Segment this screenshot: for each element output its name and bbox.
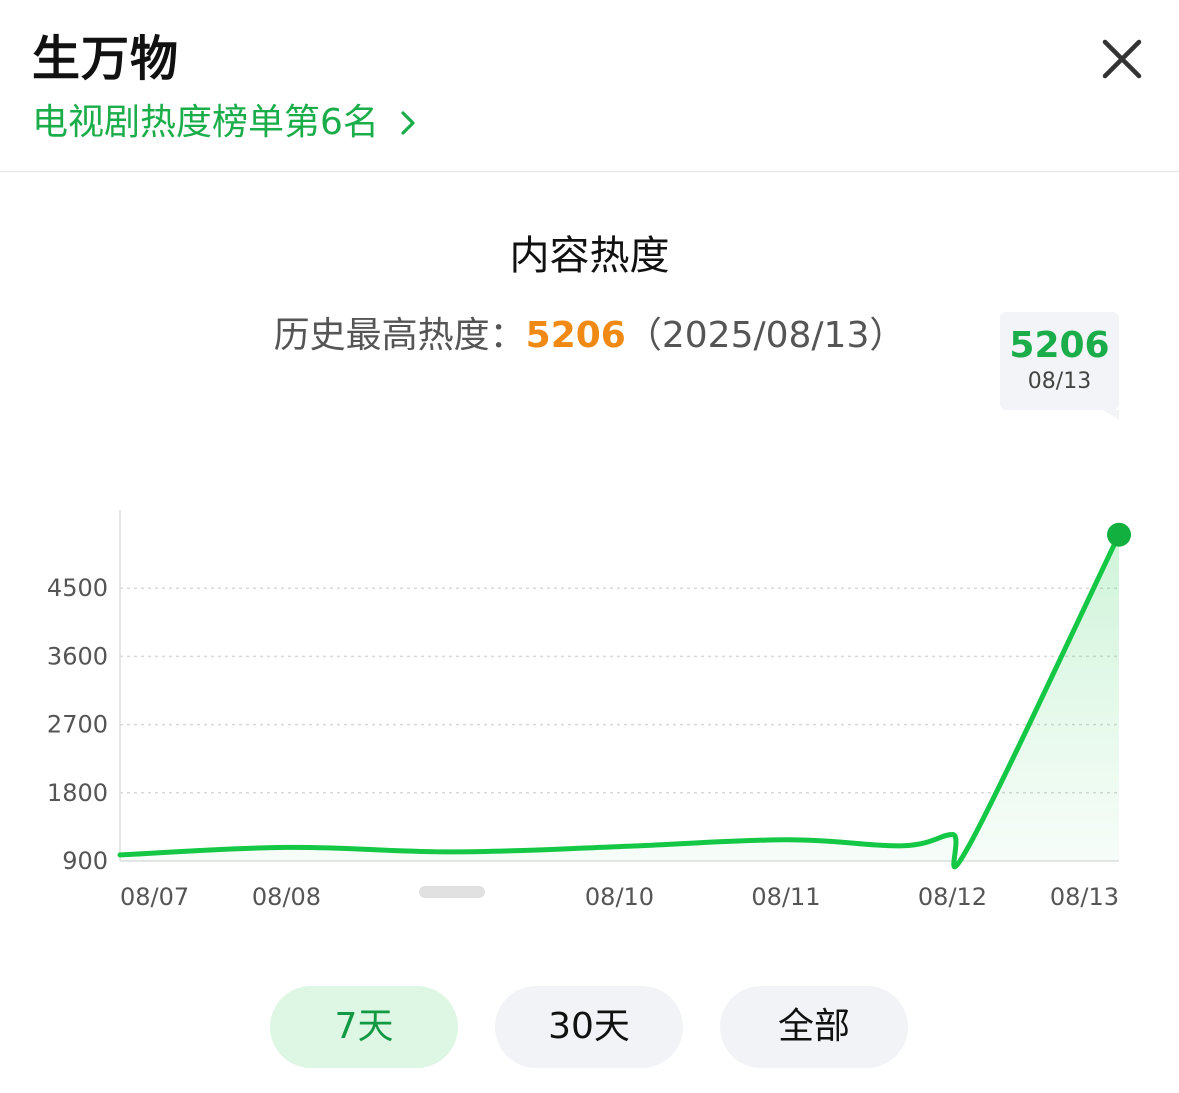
chevron-right-icon: [401, 111, 415, 135]
y-tick-label: 900: [62, 847, 108, 875]
y-tick-label: 2700: [47, 711, 108, 739]
heat-chart-svg: 900 1800 2700 3600 4500 08/07 08/08 08/10 08/11 0…: [47, 510, 1131, 911]
x-tick-label: 08/10: [585, 883, 654, 911]
tooltip-value: 5206: [1009, 325, 1110, 366]
ranking-link[interactable]: 电视剧热度榜单第6名: [32, 98, 421, 148]
x-tick-label: 08/13: [1050, 883, 1119, 911]
heat-panel: 生万物 电视剧热度榜单第6名 内容热度 历史最高热度：5206（2025/08/…: [0, 0, 1179, 1093]
range-tab-30d[interactable]: 30天: [495, 986, 683, 1068]
x-tick-label: 08/08: [252, 883, 321, 911]
peak-heat-date: （2025/08/13）: [625, 315, 906, 356]
highlight-point: [1107, 522, 1131, 547]
range-tab-all[interactable]: 全部: [720, 986, 908, 1068]
y-tick-label: 4500: [47, 574, 108, 602]
show-title: 生万物: [32, 31, 180, 87]
series-area: [120, 534, 1119, 867]
ranking-link-label: 电视剧热度榜单第6名: [32, 102, 379, 143]
y-tick-label: 3600: [47, 642, 108, 670]
series-line: [117, 532, 1122, 870]
heat-chart: 900 1800 2700 3600 4500 08/07 08/08 08/10 08/11 0…: [0, 480, 1179, 930]
chart-tooltip: 5206 08/13: [1000, 312, 1119, 420]
close-icon: [1102, 39, 1142, 79]
panel-header: 生万物 电视剧热度榜单第6名: [0, 0, 1179, 172]
x-tick-label-obscured: [419, 886, 485, 898]
range-tabs: 7天 30天 全部: [270, 986, 910, 1068]
peak-heat-value: 5206: [525, 315, 626, 356]
x-tick-label: 08/12: [918, 883, 987, 911]
peak-heat-label: 历史最高热度：: [273, 315, 526, 356]
x-tick-label: 08/11: [751, 883, 820, 911]
y-tick-label: 1800: [47, 779, 108, 807]
x-tick-label: 08/07: [120, 883, 189, 911]
close-button[interactable]: [1097, 34, 1147, 84]
range-tab-7d[interactable]: 7天: [270, 986, 458, 1068]
tooltip-date: 08/13: [1027, 369, 1092, 394]
section-title: 内容热度: [509, 233, 670, 279]
